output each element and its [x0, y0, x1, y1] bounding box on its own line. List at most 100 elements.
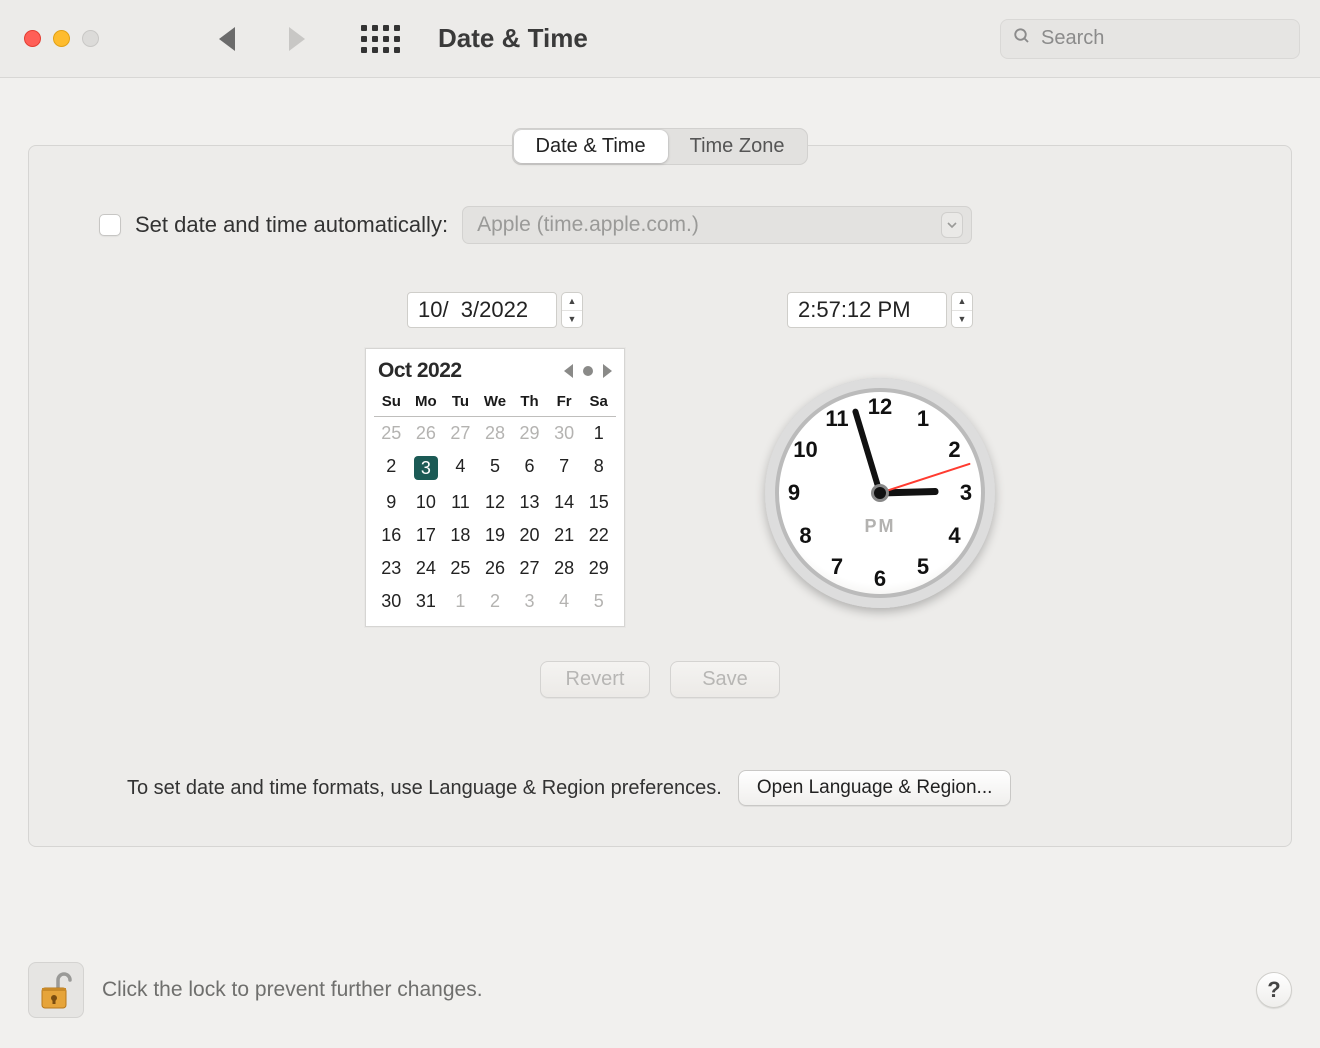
clock-number: 12 [866, 394, 894, 420]
calendar-day[interactable]: 21 [547, 519, 582, 552]
calendar-day[interactable]: 30 [374, 585, 409, 618]
date-step-up[interactable]: ▲ [562, 293, 582, 311]
lock-button[interactable] [28, 962, 84, 1018]
calendar-prev-button[interactable] [564, 364, 573, 378]
clock-number: 5 [909, 554, 937, 580]
calendar-day[interactable]: 25 [443, 552, 478, 585]
calendar-day[interactable]: 26 [478, 552, 513, 585]
calendar-day[interactable]: 13 [512, 486, 547, 519]
calendar-dow: Su [374, 389, 409, 417]
search-input[interactable] [1039, 26, 1287, 51]
calendar-dow: Tu [443, 389, 478, 417]
calendar-day[interactable]: 19 [478, 519, 513, 552]
time-server-value: Apple (time.apple.com.) [477, 213, 699, 237]
clock-number: 1 [909, 406, 937, 432]
calendar-day[interactable]: 12 [478, 486, 513, 519]
calendar-day[interactable]: 16 [374, 519, 409, 552]
time-step-up[interactable]: ▲ [952, 293, 972, 311]
time-input[interactable] [787, 292, 947, 328]
formats-hint: To set date and time formats, use Langua… [127, 777, 722, 800]
clock-number: 6 [866, 566, 894, 592]
time-spinner[interactable]: ▲ ▼ [951, 292, 973, 328]
calendar-day[interactable]: 28 [478, 417, 513, 450]
calendar-day[interactable]: 22 [581, 519, 616, 552]
clock-number: 7 [823, 554, 851, 580]
time-step-down[interactable]: ▼ [952, 311, 972, 328]
calendar-day[interactable]: 15 [581, 486, 616, 519]
show-all-preferences-button[interactable] [361, 25, 400, 53]
zoom-window-button[interactable] [82, 30, 99, 47]
time-server-select[interactable]: Apple (time.apple.com.) [462, 206, 972, 244]
auto-set-checkbox[interactable] [99, 214, 121, 236]
lock-open-icon [34, 968, 78, 1017]
calendar-day[interactable]: 25 [374, 417, 409, 450]
calendar-day[interactable]: 31 [409, 585, 444, 618]
calendar-day[interactable]: 9 [374, 486, 409, 519]
calendar-day[interactable]: 6 [512, 450, 547, 486]
calendar-day[interactable]: 24 [409, 552, 444, 585]
revert-button[interactable]: Revert [540, 661, 650, 698]
calendar-day[interactable]: 7 [547, 450, 582, 486]
forward-button[interactable] [289, 27, 305, 51]
calendar-dow: Sa [581, 389, 616, 417]
window-title: Date & Time [438, 23, 588, 54]
date-input[interactable] [407, 292, 557, 328]
clock-number: 10 [792, 437, 820, 463]
calendar-day[interactable]: 18 [443, 519, 478, 552]
calendar-day[interactable]: 3 [409, 450, 444, 486]
calendar-day[interactable]: 29 [512, 417, 547, 450]
calendar[interactable]: Oct 2022 SuMoTuWeThFrSa25262728293012345… [365, 348, 625, 627]
calendar-day[interactable]: 2 [374, 450, 409, 486]
back-button[interactable] [219, 27, 235, 51]
calendar-day[interactable]: 1 [443, 585, 478, 618]
tab-date-time[interactable]: Date & Time [514, 130, 668, 163]
date-stepper[interactable]: ▲ ▼ [407, 292, 583, 328]
calendar-day[interactable]: 11 [443, 486, 478, 519]
calendar-day[interactable]: 2 [478, 585, 513, 618]
open-language-region-button[interactable]: Open Language & Region... [738, 770, 1012, 806]
clock-number: 11 [823, 406, 851, 432]
calendar-day[interactable]: 3 [512, 585, 547, 618]
toolbar: Date & Time [0, 0, 1320, 78]
calendar-day[interactable]: 4 [443, 450, 478, 486]
tab-time-zone[interactable]: Time Zone [668, 130, 807, 163]
calendar-day[interactable]: 28 [547, 552, 582, 585]
date-spinner[interactable]: ▲ ▼ [561, 292, 583, 328]
minimize-window-button[interactable] [53, 30, 70, 47]
calendar-day[interactable]: 23 [374, 552, 409, 585]
calendar-title: Oct 2022 [378, 359, 564, 383]
calendar-day[interactable]: 27 [443, 417, 478, 450]
clock-number: 4 [940, 523, 968, 549]
save-button[interactable]: Save [670, 661, 780, 698]
calendar-today-button[interactable] [583, 366, 593, 376]
chevron-down-icon [941, 212, 963, 238]
date-step-down[interactable]: ▼ [562, 311, 582, 328]
calendar-dow: We [478, 389, 513, 417]
window-controls [24, 30, 99, 47]
clock-minute-hand [852, 408, 883, 494]
calendar-day[interactable]: 4 [547, 585, 582, 618]
calendar-day[interactable]: 30 [547, 417, 582, 450]
calendar-day[interactable]: 10 [409, 486, 444, 519]
analog-clock: PM 121234567891011 [765, 378, 995, 608]
close-window-button[interactable] [24, 30, 41, 47]
clock-pin [874, 487, 886, 499]
search-field[interactable] [1000, 19, 1300, 59]
calendar-day[interactable]: 17 [409, 519, 444, 552]
calendar-dow: Fr [547, 389, 582, 417]
calendar-day[interactable]: 14 [547, 486, 582, 519]
calendar-day[interactable]: 5 [581, 585, 616, 618]
calendar-day[interactable]: 26 [409, 417, 444, 450]
time-stepper[interactable]: ▲ ▼ [787, 292, 973, 328]
help-button[interactable]: ? [1256, 972, 1292, 1008]
calendar-dow: Mo [409, 389, 444, 417]
lock-text: Click the lock to prevent further change… [102, 978, 483, 1002]
calendar-day[interactable]: 5 [478, 450, 513, 486]
calendar-next-button[interactable] [603, 364, 612, 378]
calendar-day[interactable]: 20 [512, 519, 547, 552]
calendar-day[interactable]: 27 [512, 552, 547, 585]
calendar-day[interactable]: 29 [581, 552, 616, 585]
calendar-day[interactable]: 1 [581, 417, 616, 450]
clock-number: 9 [780, 480, 808, 506]
calendar-day[interactable]: 8 [581, 450, 616, 486]
